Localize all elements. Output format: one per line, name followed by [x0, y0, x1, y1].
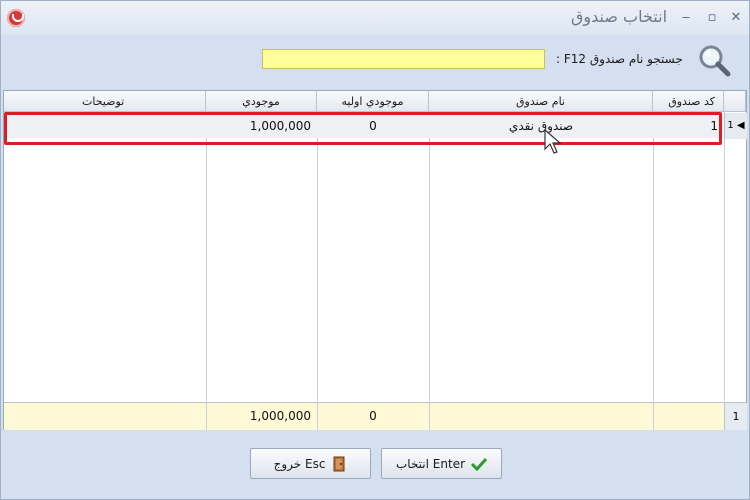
exit-button[interactable]: خروج Esc: [250, 448, 371, 479]
column-header-balance[interactable]: موجودي: [206, 91, 317, 112]
column-divider: [429, 112, 430, 401]
row-number: 1: [727, 120, 734, 131]
select-button[interactable]: انتخاب Enter: [381, 448, 502, 479]
column-divider: [317, 112, 318, 401]
column-header-description[interactable]: توضيحات: [4, 91, 206, 112]
maximize-icon[interactable]: ▫: [703, 9, 721, 27]
exit-door-icon: [333, 456, 345, 471]
total-balance: 1,000,000: [249, 409, 311, 423]
column-divider: [653, 403, 654, 430]
column-divider: [206, 112, 207, 401]
column-divider: [429, 403, 430, 430]
column-header-initial-balance[interactable]: موجودي اوليه: [317, 91, 429, 112]
search-label: جستجو نام صندوق F12 :: [556, 52, 683, 66]
selected-row-highlight: [4, 112, 722, 145]
grid-summary-row: 1,000,000 0 1: [4, 402, 747, 430]
column-divider: [724, 112, 725, 401]
mouse-cursor-icon: [544, 129, 562, 154]
select-fund-dialog: انتخاب صندوق ‒ ▫ ✕ جستجو نام صندوق F12 :…: [0, 0, 750, 500]
minimize-icon[interactable]: ‒: [677, 9, 695, 27]
row-indicator[interactable]: 1 ◀: [724, 113, 747, 139]
column-divider: [653, 112, 654, 401]
current-row-arrow-icon: ◀: [736, 120, 745, 131]
column-header-fund-code[interactable]: کد صندوق: [653, 91, 724, 112]
checkmark-icon: [471, 457, 488, 471]
search-input[interactable]: [262, 49, 545, 69]
column-divider: [317, 403, 318, 430]
column-header-indicator: [724, 91, 746, 112]
app-logo-icon: [7, 9, 25, 27]
row-count: 1: [724, 403, 747, 430]
search-icon[interactable]: [697, 43, 731, 77]
exit-button-label: خروج Esc: [273, 456, 326, 471]
title-bar: انتخاب صندوق ‒ ▫ ✕: [1, 1, 749, 35]
close-icon[interactable]: ✕: [727, 9, 745, 27]
column-divider: [206, 403, 207, 430]
total-initial-balance: 0: [369, 409, 377, 423]
column-header-fund-name[interactable]: نام صندوق: [429, 91, 653, 112]
select-button-label: انتخاب Enter: [395, 456, 466, 471]
window-title: انتخاب صندوق: [571, 7, 668, 26]
